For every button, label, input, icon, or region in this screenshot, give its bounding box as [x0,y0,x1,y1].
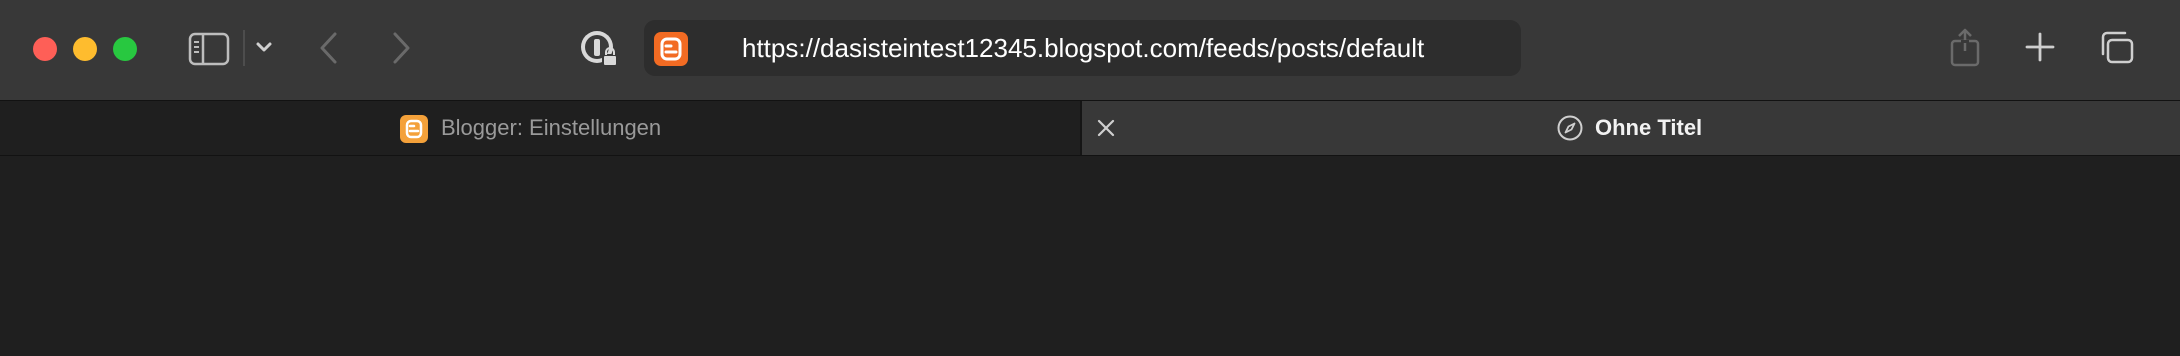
tab-title: Blogger: Einstellungen [441,115,662,140]
tab-blogger-einstellungen[interactable]: Blogger: Einstellungen [0,101,1080,155]
browser-toolbar: https://dasisteintest12345.blogspot.com/… [0,0,2180,100]
close-icon[interactable] [1094,116,1118,140]
page-content [0,156,2180,356]
password-lock-icon[interactable] [578,28,620,70]
chevron-right-icon[interactable] [388,30,414,66]
tab-ohne-titel[interactable]: Ohne Titel [1082,101,2180,155]
tab-overview-icon[interactable] [2098,30,2136,66]
address-bar[interactable]: https://dasisteintest12345.blogspot.com/… [644,20,1521,76]
window-minimize-button[interactable] [73,37,97,61]
tab-bar: Blogger: Einstellungen Ohne Titel [0,100,2180,156]
blogger-icon [400,115,428,143]
chevron-down-icon[interactable] [253,36,275,58]
window-close-button[interactable] [33,37,57,61]
window-maximize-button[interactable] [113,37,137,61]
url-text[interactable]: https://dasisteintest12345.blogspot.com/… [742,20,1424,76]
compass-icon [1556,114,1584,142]
blogger-icon [654,32,688,66]
tab-title: Ohne Titel [1595,115,1703,140]
toolbar-divider [243,30,245,66]
share-icon[interactable] [1948,27,1982,67]
sidebar-icon[interactable] [188,32,230,66]
chevron-left-icon[interactable] [316,30,342,66]
plus-icon[interactable] [2023,30,2057,64]
